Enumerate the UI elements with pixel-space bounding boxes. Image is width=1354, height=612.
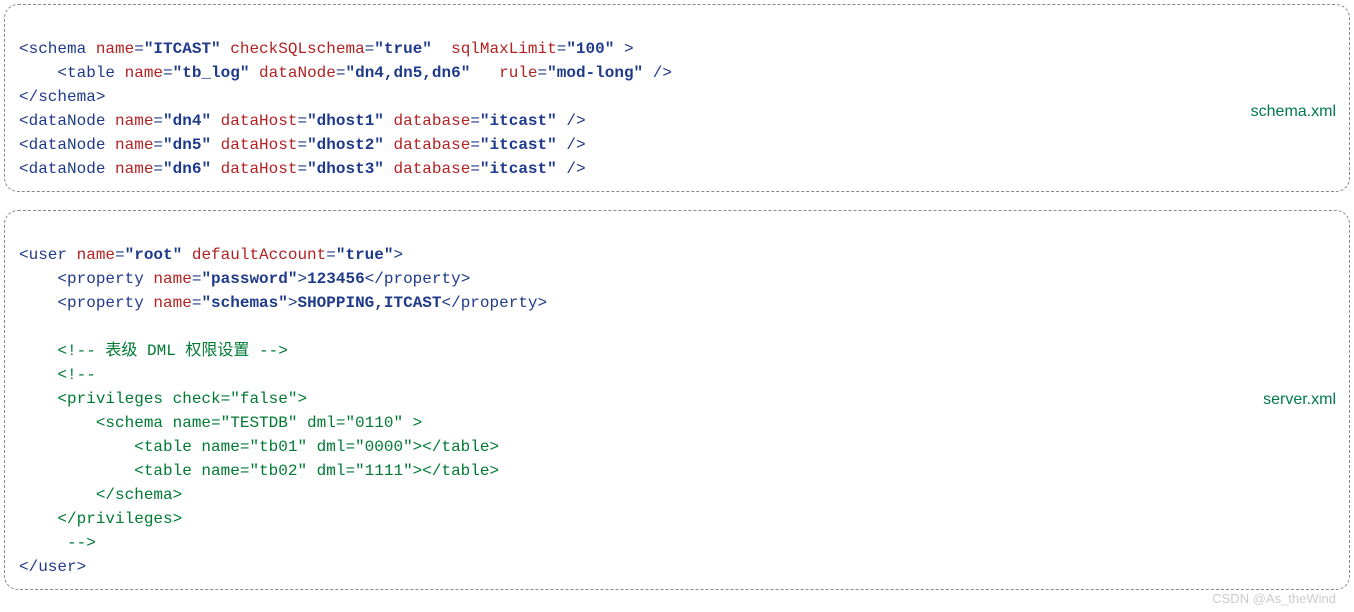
- val: "dhost2": [307, 136, 384, 154]
- comment-line: <schema name="TESTDB" dml="0110" >: [19, 414, 422, 432]
- val: "dn5": [163, 136, 211, 154]
- val: "true": [336, 246, 394, 264]
- eq: =: [163, 64, 173, 82]
- text: 123456: [307, 270, 365, 288]
- code-line: <dataNode: [19, 160, 115, 178]
- code-line: <dataNode: [19, 112, 115, 130]
- attr: defaultAccount: [182, 246, 326, 264]
- eq: =: [470, 112, 480, 130]
- attr: name: [77, 246, 115, 264]
- eq: =: [134, 40, 144, 58]
- attr: name: [96, 40, 134, 58]
- attr: checkSQLschema: [221, 40, 365, 58]
- eq: =: [297, 136, 307, 154]
- eq: =: [153, 160, 163, 178]
- val: "dhost1": [307, 112, 384, 130]
- attr: rule: [470, 64, 537, 82]
- tag-end: />: [557, 160, 586, 178]
- comment-line: <privileges check="false">: [19, 390, 307, 408]
- tag-end: >: [614, 40, 633, 58]
- tag-end: >: [297, 270, 307, 288]
- tag-end: </property>: [442, 294, 548, 312]
- attr: sqlMaxLimit: [432, 40, 557, 58]
- val: "mod-long": [547, 64, 643, 82]
- comment-line: <table name="tb01" dml="0000"></table>: [19, 438, 499, 456]
- comment-line: <!-- 表级 DML 权限设置 -->: [19, 342, 288, 360]
- code-line: <user: [19, 246, 77, 264]
- val: "dn4": [163, 112, 211, 130]
- comment-line: -->: [19, 534, 96, 552]
- val: "ITCAST": [144, 40, 221, 58]
- val: "itcast": [480, 136, 557, 154]
- val: "itcast": [480, 160, 557, 178]
- tag-end: </property>: [365, 270, 471, 288]
- attr: database: [384, 112, 470, 130]
- code-line: </schema>: [19, 88, 105, 106]
- server-xml-block: <user name="root" defaultAccount="true">…: [4, 210, 1350, 590]
- tag-end: >: [393, 246, 403, 264]
- code-line: </user>: [19, 558, 86, 576]
- eq: =: [557, 40, 567, 58]
- val: "dhost3": [307, 160, 384, 178]
- eq: =: [192, 270, 202, 288]
- eq: =: [365, 40, 375, 58]
- schema-xml-block: <schema name="ITCAST" checkSQLschema="tr…: [4, 4, 1350, 192]
- comment-line: </schema>: [19, 486, 182, 504]
- attr: dataHost: [211, 112, 297, 130]
- attr: dataNode: [249, 64, 335, 82]
- val: "password": [201, 270, 297, 288]
- val: "true": [374, 40, 432, 58]
- val: "root": [125, 246, 183, 264]
- eq: =: [115, 246, 125, 264]
- server-label: server.xml: [1263, 388, 1336, 412]
- eq: =: [538, 64, 548, 82]
- code-line: <property: [19, 294, 153, 312]
- val: "tb_log": [173, 64, 250, 82]
- attr: database: [384, 160, 470, 178]
- tag-end: />: [643, 64, 672, 82]
- val: "itcast": [480, 112, 557, 130]
- val: "dn6": [163, 160, 211, 178]
- code-line: <table: [19, 64, 125, 82]
- schema-label: schema.xml: [1251, 100, 1336, 124]
- attr: name: [115, 112, 153, 130]
- eq: =: [153, 112, 163, 130]
- attr: name: [115, 160, 153, 178]
- attr: database: [384, 136, 470, 154]
- code-line: <schema: [19, 40, 96, 58]
- val: "100": [566, 40, 614, 58]
- eq: =: [153, 136, 163, 154]
- eq: =: [192, 294, 202, 312]
- comment-line: </privileges>: [19, 510, 182, 528]
- eq: =: [297, 160, 307, 178]
- attr: dataHost: [211, 160, 297, 178]
- attr: name: [153, 270, 191, 288]
- code-line: <property: [19, 270, 153, 288]
- watermark-text: CSDN @As_theWind: [1212, 589, 1336, 609]
- eq: =: [470, 136, 480, 154]
- text: SHOPPING,ITCAST: [297, 294, 441, 312]
- attr: name: [115, 136, 153, 154]
- tag-end: />: [557, 112, 586, 130]
- comment-line: <table name="tb02" dml="1111"></table>: [19, 462, 499, 480]
- val: "schemas": [201, 294, 287, 312]
- val: "dn4,dn5,dn6": [345, 64, 470, 82]
- eq: =: [297, 112, 307, 130]
- eq: =: [326, 246, 336, 264]
- eq: =: [470, 160, 480, 178]
- attr: name: [125, 64, 163, 82]
- comment-line: <!--: [19, 366, 96, 384]
- tag-end: />: [557, 136, 586, 154]
- code-line: <dataNode: [19, 136, 115, 154]
- attr: name: [153, 294, 191, 312]
- attr: dataHost: [211, 136, 297, 154]
